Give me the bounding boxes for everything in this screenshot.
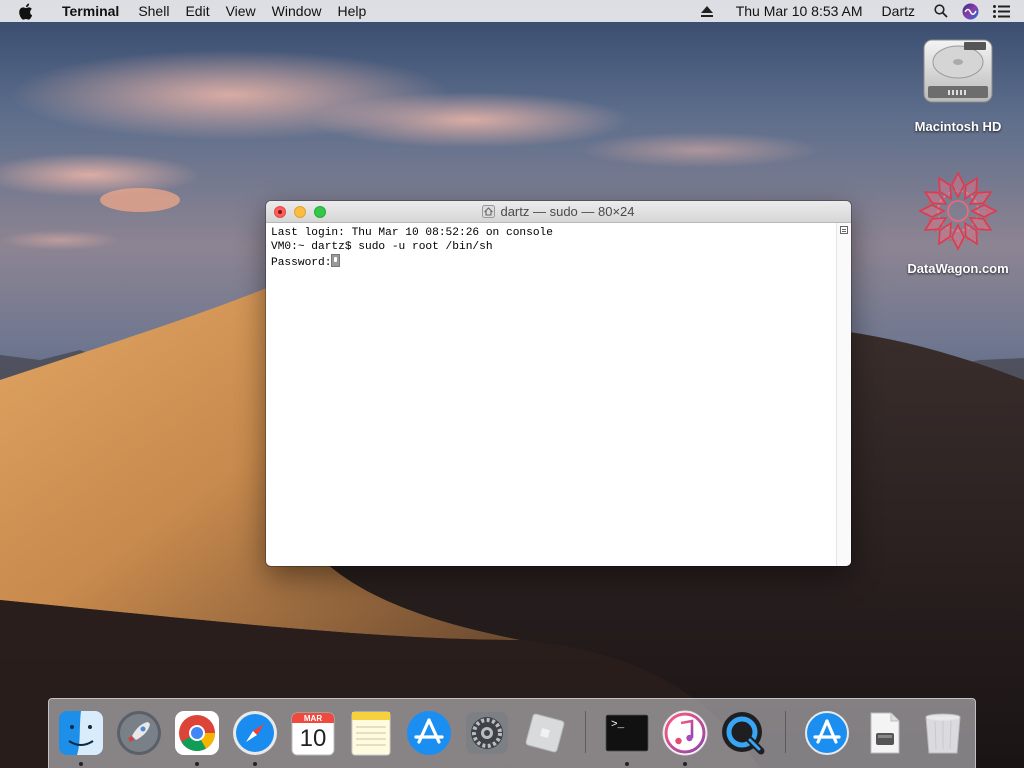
menu-edit[interactable]: Edit <box>177 0 217 22</box>
dock-quicktime[interactable] <box>719 709 767 757</box>
document-stack-icon <box>870 712 900 754</box>
menu-app-name[interactable]: Terminal <box>54 0 130 22</box>
roblox-icon <box>525 713 565 753</box>
dock-chrome[interactable] <box>173 709 221 766</box>
running-indicator <box>79 762 83 766</box>
dock-document-stack[interactable] <box>861 709 909 757</box>
running-indicator <box>625 762 629 766</box>
menu-view[interactable]: View <box>218 0 264 22</box>
terminal-window[interactable]: dartz — sudo — 80×24 Last login: Thu Mar… <box>266 201 851 566</box>
dock-trash[interactable] <box>919 709 967 757</box>
menu-window[interactable]: Window <box>264 0 330 22</box>
menu-help[interactable]: Help <box>329 0 374 22</box>
dock-roblox[interactable] <box>521 709 569 757</box>
terminal-line: VM0:~ dartz$ sudo -u root /bin/sh <box>271 241 493 253</box>
notification-center-icon[interactable] <box>986 0 1024 22</box>
menu-clock[interactable]: Thu Mar 10 8:53 AM <box>729 0 875 22</box>
desktop-icon-label: DataWagon.com <box>907 261 1009 276</box>
dock-separator <box>785 711 786 753</box>
finder-icon <box>59 711 103 755</box>
dock-itunes[interactable] <box>661 709 709 766</box>
calendar-month: MAR <box>303 714 323 723</box>
launchpad-rocket-icon <box>117 711 161 755</box>
running-indicator <box>195 762 199 766</box>
notes-icon <box>351 711 391 756</box>
terminal-line: Password: <box>271 254 837 270</box>
dock-calendar[interactable]: MAR 10 <box>289 709 337 757</box>
dock-finder[interactable] <box>57 709 105 766</box>
split-pane-icon[interactable] <box>840 226 848 234</box>
desktop-icon-macintosh-hd[interactable]: Macintosh HD <box>898 34 1018 134</box>
siri-icon[interactable] <box>955 0 986 22</box>
trash-icon <box>925 713 961 754</box>
gear-icon <box>466 712 508 754</box>
dock-launchpad[interactable] <box>115 709 163 757</box>
safari-compass-icon <box>233 711 277 755</box>
window-title-text: dartz — sudo — 80×24 <box>500 204 635 219</box>
home-folder-icon <box>482 203 496 225</box>
window-titlebar[interactable]: dartz — sudo — 80×24 <box>266 201 851 223</box>
running-indicator <box>253 762 257 766</box>
app-store-icon <box>407 711 451 755</box>
quicktime-icon <box>722 712 765 755</box>
hard-drive-icon <box>923 39 993 103</box>
dock-app-store[interactable] <box>405 709 453 757</box>
dock: MAR 10 >_ <box>48 698 976 768</box>
dock-notes[interactable] <box>347 709 395 757</box>
datawagon-mandala-icon <box>919 171 997 250</box>
chrome-icon <box>175 711 219 755</box>
spotlight-search-icon[interactable] <box>927 0 955 22</box>
terminal-icon <box>604 713 650 753</box>
window-title: dartz — sudo — 80×24 <box>266 201 851 223</box>
menu-bar: Terminal Shell Edit View Window Help Thu… <box>0 0 1024 22</box>
eject-icon[interactable] <box>694 0 729 22</box>
dock-applications[interactable] <box>803 709 851 757</box>
secure-input-key-cursor <box>331 254 341 267</box>
apple-logo-icon[interactable] <box>18 3 34 20</box>
dock-safari[interactable] <box>231 709 279 766</box>
menu-user[interactable]: Dartz <box>875 0 927 22</box>
itunes-music-icon <box>662 710 708 756</box>
desktop-icon-datawagon[interactable]: DataWagon.com <box>898 170 1018 276</box>
terminal-scrollbar[interactable] <box>836 223 851 566</box>
terminal-line: Last login: Thu Mar 10 08:52:26 on conso… <box>271 227 553 239</box>
running-indicator <box>683 762 687 766</box>
dock-system-preferences[interactable] <box>463 709 511 757</box>
calendar-day: 10 <box>299 725 327 752</box>
terminal-prompt-text: Password: <box>271 257 332 269</box>
terminal-content[interactable]: Last login: Thu Mar 10 08:52:26 on conso… <box>266 223 837 566</box>
terminal-prompt-glyph: >_ <box>611 719 625 731</box>
applications-folder-icon <box>805 711 849 755</box>
desktop-icon-label: Macintosh HD <box>914 119 1002 134</box>
dock-separator <box>585 711 586 753</box>
menu-shell[interactable]: Shell <box>130 0 177 22</box>
dock-terminal[interactable]: >_ <box>603 709 651 766</box>
